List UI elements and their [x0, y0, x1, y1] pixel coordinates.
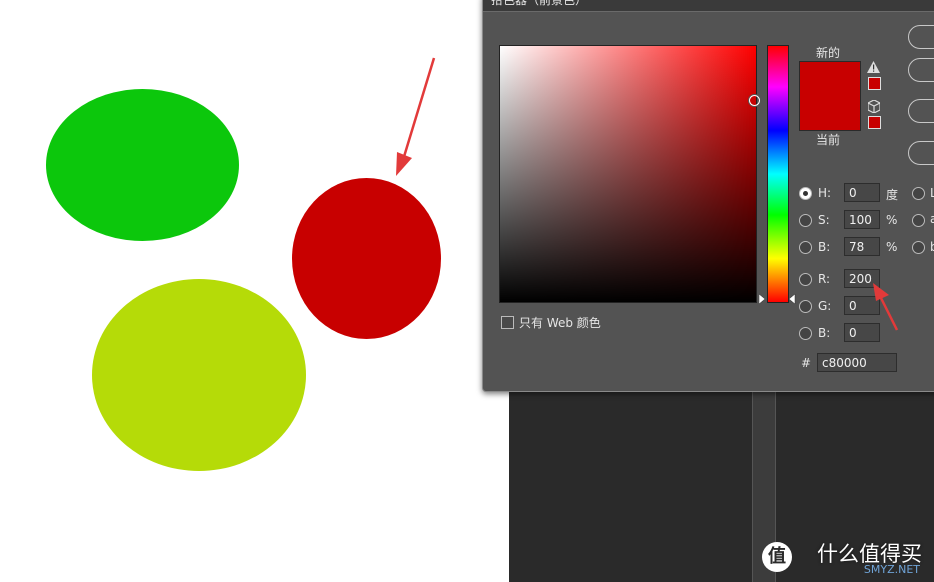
watermark-logo: 值: [762, 542, 792, 572]
watermark-subtext: SMYZ.NET: [863, 563, 920, 576]
annotation-arrow-r: [873, 283, 899, 331]
